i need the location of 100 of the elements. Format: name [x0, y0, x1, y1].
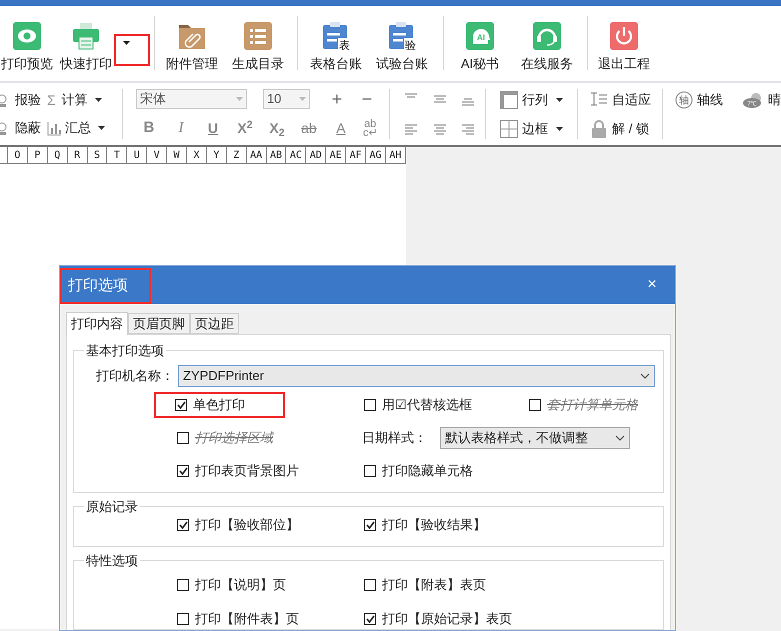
toolbar-button[interactable]: 退出工程 — [596, 6, 652, 72]
column-header[interactable]: AF — [346, 147, 366, 164]
headset-icon — [533, 22, 561, 50]
document-icon: 表 — [322, 22, 350, 50]
column-header[interactable]: AE — [326, 147, 346, 164]
decrease-font-button[interactable]: − — [358, 90, 375, 108]
caret-icon — [556, 98, 564, 102]
date-format-select[interactable]: 默认表格样式，不做调整 — [440, 427, 630, 449]
column-header[interactable]: R — [68, 147, 88, 164]
tool-button[interactable]: 汇总 — [47, 120, 117, 136]
column-header[interactable]: Y — [206, 147, 227, 164]
align-center-icon[interactable] — [432, 122, 447, 136]
toolbar-button[interactable]: 生成目录 — [230, 6, 286, 72]
checkbox[interactable] — [177, 465, 189, 477]
align-left-icon[interactable] — [404, 122, 418, 136]
checkbox-label: 打印选择区域 — [195, 429, 273, 448]
paperclip-folder-icon — [178, 22, 206, 50]
column-header[interactable]: Z — [226, 147, 247, 164]
tool-button[interactable]: 解 / 锁 — [590, 118, 652, 138]
checkbox[interactable] — [364, 399, 376, 411]
bold-button[interactable]: B — [138, 117, 159, 140]
column-header[interactable]: S — [88, 147, 108, 164]
checkbox-label: 打印【验收部位】 — [195, 516, 299, 534]
toolbar-button[interactable]: 打印预览 — [0, 6, 54, 72]
tab[interactable]: 页眉页脚 — [128, 313, 190, 334]
printer-select[interactable]: ZYPDFPrinter — [178, 364, 655, 386]
tool-button[interactable]: 报验 — [0, 92, 47, 108]
column-header[interactable]: AH — [386, 147, 406, 164]
toolbar-button[interactable]: 验 试验台账 — [374, 6, 430, 72]
font-select[interactable]: 宋体 — [136, 88, 247, 108]
group-label: 特性选项 — [85, 552, 139, 570]
checkbox[interactable] — [177, 518, 189, 530]
checkbox-label: 打印隐藏单元格 — [382, 462, 473, 480]
bar-chart-icon — [47, 120, 62, 136]
column-header[interactable]: V — [147, 147, 168, 164]
column-header[interactable]: AA — [246, 147, 267, 164]
fontcolor-button[interactable]: A — [330, 118, 351, 139]
plain-button[interactable]: X$^{2}$ — [234, 118, 255, 139]
tool-button[interactable]: 行列 — [500, 90, 564, 110]
checkbox-label: 打印表页背景图片 — [195, 462, 299, 480]
column-header[interactable]: X — [187, 147, 207, 164]
checkbox[interactable] — [177, 612, 189, 624]
toolbar-button[interactable]: 快速打印 — [58, 6, 114, 72]
checkbox[interactable] — [364, 612, 376, 624]
column-header[interactable]: AB — [266, 147, 286, 164]
checkbox-label: 单色打印 — [193, 396, 245, 414]
toolbar-button[interactable]: AI AI秘书 — [452, 6, 508, 72]
strike-button[interactable]: ab — [298, 118, 319, 139]
caret-icon — [556, 126, 564, 130]
tab[interactable]: 页边距 — [190, 313, 239, 334]
check-icon — [366, 614, 374, 622]
checkbox[interactable] — [177, 578, 189, 590]
toolbar-button[interactable]: 在线服务 — [519, 6, 575, 72]
chevron-down-icon — [640, 372, 650, 378]
tool-button[interactable]: 边框 — [500, 118, 564, 138]
checkbox-label: 用☑代替核选框 — [382, 396, 472, 414]
tool-button[interactable]: 隐蔽 — [0, 120, 47, 136]
check-icon — [366, 520, 374, 528]
close-button[interactable]: × — [641, 273, 663, 297]
tool-button[interactable]: 自适应 — [590, 90, 652, 110]
font-size-select[interactable]: 10 — [262, 88, 310, 108]
checkbox[interactable] — [364, 578, 376, 590]
circled-glyph-icon: 轴 — [675, 91, 694, 109]
caret-icon — [298, 96, 306, 100]
checkbox[interactable] — [364, 465, 376, 477]
window-title: 打印选项 — [68, 276, 128, 296]
ai-head-icon: AI — [466, 22, 494, 50]
italic-button[interactable]: I — [170, 117, 191, 140]
toolbar-button[interactable]: 表 表格台账 — [308, 6, 364, 72]
tab[interactable]: 打印内容 — [66, 312, 128, 335]
fit-width-icon — [590, 90, 608, 108]
increase-font-button[interactable]: + — [328, 90, 345, 108]
column-header[interactable]: W — [167, 147, 188, 164]
column-header[interactable]: AD — [306, 147, 326, 164]
toolbar-button[interactable]: 附件管理 — [164, 6, 220, 72]
caret-icon — [98, 126, 105, 130]
align-right-icon[interactable] — [460, 122, 475, 136]
column-header[interactable]: T — [107, 147, 128, 164]
wrap-text-button[interactable]: ab c↵ — [362, 120, 378, 138]
column-header[interactable]: Q — [48, 147, 68, 164]
plain-button[interactable]: X$_{2}$ — [266, 118, 287, 139]
dropdown-button[interactable] — [121, 39, 131, 47]
checkbox-label: 套打计算单元格 — [547, 396, 638, 414]
checkbox[interactable] — [175, 399, 187, 411]
tool-button[interactable]: Σ 计算 — [47, 92, 117, 108]
check-icon — [178, 520, 188, 528]
printer-icon — [72, 22, 100, 50]
column-header[interactable]: P — [28, 147, 48, 164]
column-header[interactable] — [0, 147, 8, 164]
chevron-down-icon — [615, 435, 625, 441]
column-header[interactable]: O — [8, 147, 28, 164]
tool-button[interactable]: 轴 轴线 — [675, 90, 724, 110]
underline-button[interactable]: U — [202, 118, 223, 139]
padlock-icon — [590, 120, 608, 138]
column-header[interactable]: U — [127, 147, 148, 164]
checkbox-label: 打印【附表】表页 — [382, 576, 486, 594]
checkbox[interactable] — [364, 518, 376, 530]
column-header[interactable]: AG — [366, 147, 386, 164]
list-icon — [244, 22, 272, 50]
column-header[interactable]: AC — [286, 147, 306, 164]
